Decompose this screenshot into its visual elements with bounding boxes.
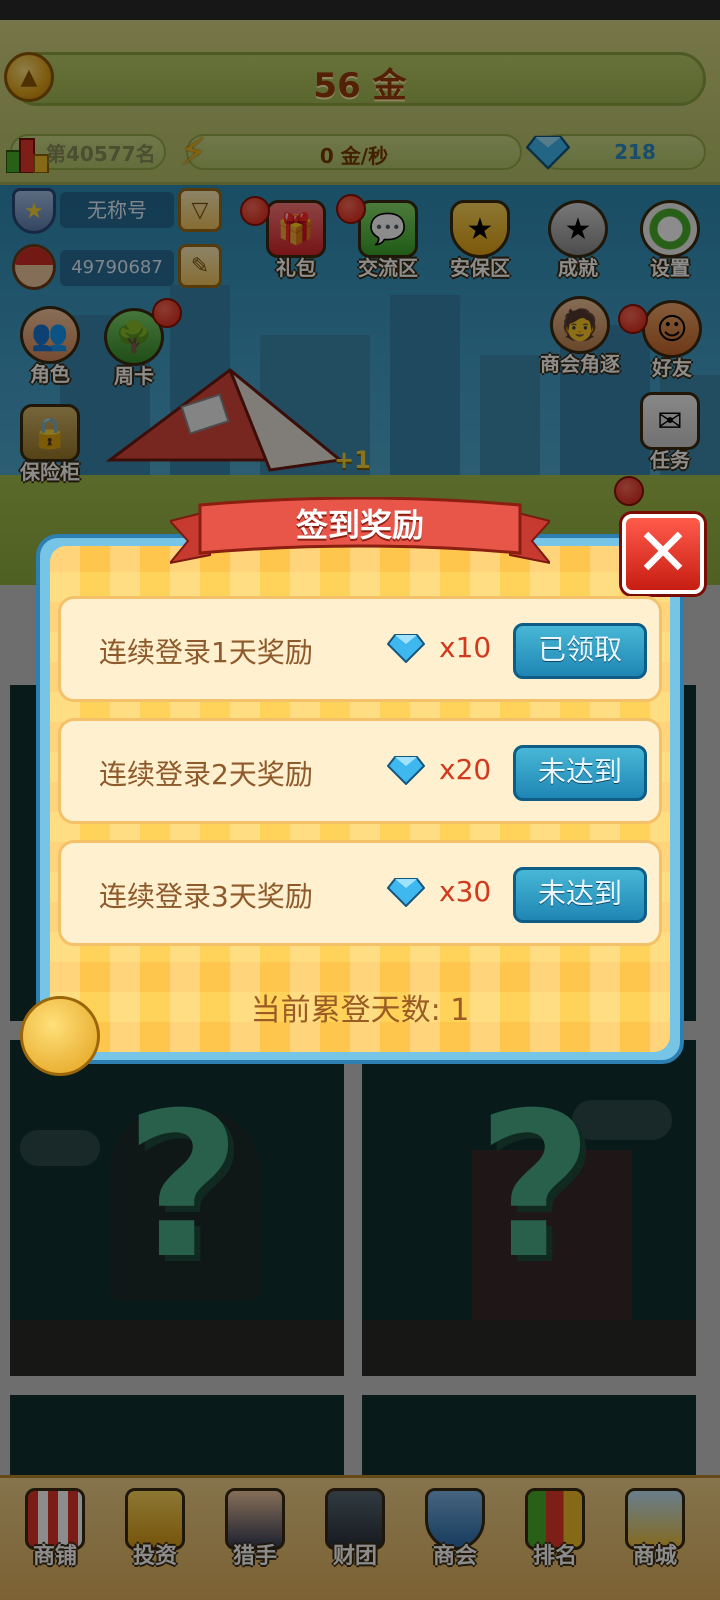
not-reached-button[interactable]: 未达到: [513, 867, 647, 923]
claimed-button[interactable]: 已领取: [513, 623, 647, 679]
login-days-text: 当前累登天数: 1: [250, 993, 470, 1028]
close-button[interactable]: ✕: [622, 514, 704, 594]
reward-label: 连续登录2天奖励: [99, 758, 313, 791]
reward-quantity: x20: [439, 753, 492, 786]
game-screen: ▲ 56 金 第40577名 ⚡ 0 金/秒 218 ★ 无称号 ▽ 49790…: [0, 0, 720, 1600]
reward-quantity: x10: [439, 631, 492, 664]
reward-row: 连续登录3天奖励 x30 未达到: [58, 840, 662, 946]
not-reached-button[interactable]: 未达到: [513, 745, 647, 801]
reward-row: 连续登录1天奖励 x10 已领取: [58, 596, 662, 702]
reward-label: 连续登录1天奖励: [99, 636, 313, 669]
reward-row: 连续登录2天奖励 x20 未达到: [58, 718, 662, 824]
mascot-icon[interactable]: [20, 996, 100, 1076]
reward-label: 连续登录3天奖励: [99, 880, 313, 913]
diamond-icon: [387, 756, 425, 785]
close-icon: ✕: [635, 514, 691, 591]
reward-quantity: x30: [439, 875, 492, 908]
diamond-icon: [387, 634, 425, 663]
dialog-title: 签到奖励: [295, 506, 424, 544]
diamond-icon: [387, 878, 425, 907]
